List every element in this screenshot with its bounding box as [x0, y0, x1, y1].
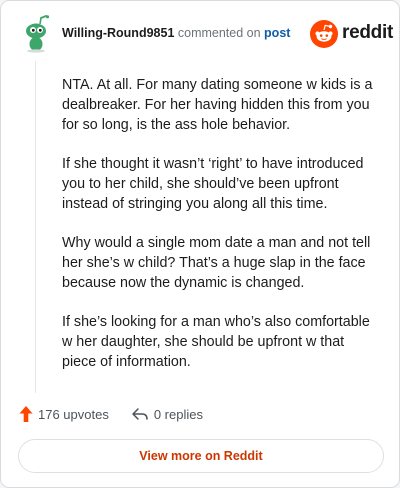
comment-paragraph: If she thought it wasn’t ‘right’ to have…: [62, 156, 364, 212]
reply-count: 0 replies: [153, 407, 203, 422]
view-more-button[interactable]: View more on Reddit: [18, 439, 384, 473]
upvote-count: 176 upvotes: [38, 407, 109, 422]
comment-paragraph: Why would a single mom date a man and no…: [62, 235, 371, 291]
comment-meta: Willing-Round9851 commented on post: [62, 25, 290, 41]
comment-author[interactable]: Willing-Round9851: [62, 26, 174, 40]
reddit-logo[interactable]: reddit: [310, 20, 393, 48]
reddit-alien-icon: [310, 20, 338, 48]
reddit-comment-embed: Willing-Round9851 commented on post redd…: [0, 0, 400, 488]
comment-actions: 176 upvotes 0 replies: [19, 405, 203, 425]
thread-line: [35, 61, 36, 393]
post-link[interactable]: post: [264, 26, 290, 40]
comment-paragraph: NTA. At all. For many dating someone w k…: [62, 77, 373, 133]
reddit-wordmark: reddit: [342, 22, 393, 43]
comment-action-text: commented on: [177, 26, 261, 40]
replies-button[interactable]: 0 replies: [131, 405, 203, 425]
upvote-arrow-icon: [19, 406, 33, 422]
upvote-button[interactable]: 176 upvotes: [19, 405, 109, 425]
comment-paragraph: If she’s looking for a man who’s also co…: [62, 314, 370, 370]
reply-arrow-icon: [132, 408, 148, 420]
comment-header: Willing-Round9851 commented on post redd…: [1, 1, 399, 65]
snoo-avatar-icon[interactable]: [19, 15, 55, 53]
comment-body: NTA. At all. For many dating someone w k…: [62, 75, 380, 391]
